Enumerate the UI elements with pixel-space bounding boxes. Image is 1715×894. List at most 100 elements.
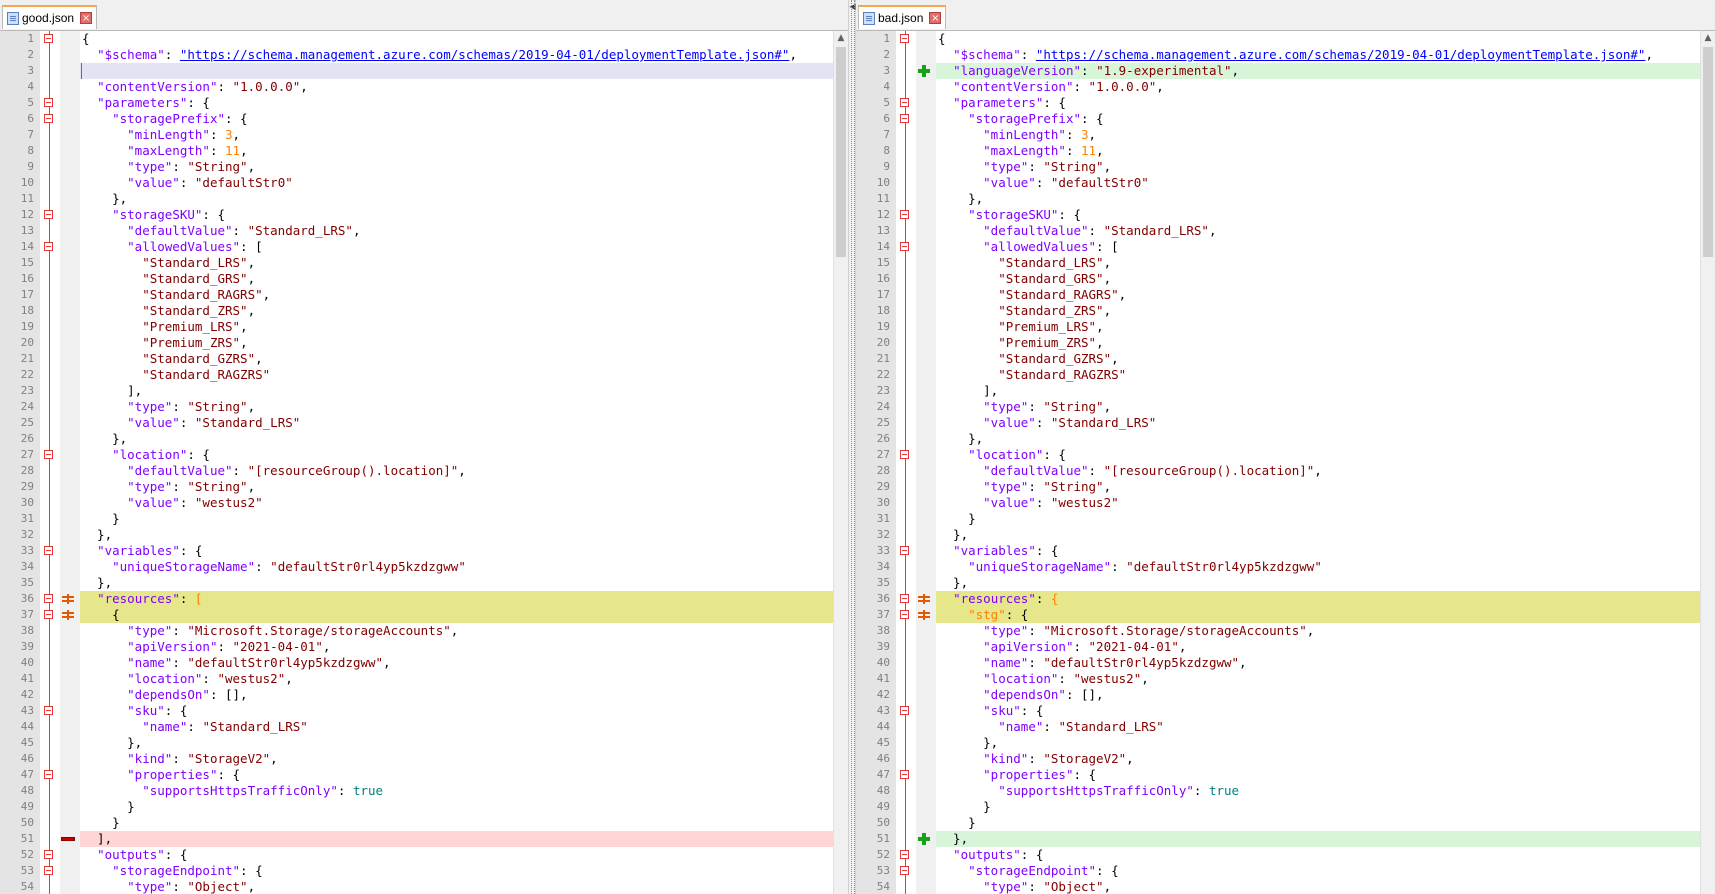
code-line[interactable]: 29 "type": "String",	[0, 479, 848, 495]
fold-toggle-icon[interactable]	[44, 850, 53, 859]
code-line[interactable]: 19 "Premium_LRS",	[0, 319, 848, 335]
right-code-editor[interactable]: 1{2 "$schema": "https://schema.managemen…	[856, 31, 1715, 894]
code-line[interactable]: 18 "Standard_ZRS",	[856, 303, 1715, 319]
fold-toggle-icon[interactable]	[44, 866, 53, 875]
code-line[interactable]: 30 "value": "westus2"	[856, 495, 1715, 511]
code-line[interactable]: 25 "value": "Standard_LRS"	[856, 415, 1715, 431]
code-line[interactable]: 1{	[856, 31, 1715, 47]
code-line[interactable]: 12 "storageSKU": {	[0, 207, 848, 223]
code-line[interactable]: 17 "Standard_RAGRS",	[0, 287, 848, 303]
code-line[interactable]: 32 },	[856, 527, 1715, 543]
code-line[interactable]: 15 "Standard_LRS",	[0, 255, 848, 271]
code-line[interactable]: 23 ],	[856, 383, 1715, 399]
code-line[interactable]: 37 "stg": {	[856, 607, 1715, 623]
fold-toggle-icon[interactable]	[44, 210, 53, 219]
code-line[interactable]: 34 "uniqueStorageName": "defaultStr0rl4y…	[0, 559, 848, 575]
code-line[interactable]: 2 "$schema": "https://schema.management.…	[856, 47, 1715, 63]
code-line[interactable]: 14 "allowedValues": [	[856, 239, 1715, 255]
code-line[interactable]: 49 }	[0, 799, 848, 815]
code-line[interactable]: 26 },	[0, 431, 848, 447]
code-line[interactable]: 28 "defaultValue": "[resourceGroup().loc…	[856, 463, 1715, 479]
code-line[interactable]: 51 ],	[0, 831, 848, 847]
code-line[interactable]: 40 "name": "defaultStr0rl4yp5kzdzgww",	[856, 655, 1715, 671]
fold-toggle-icon[interactable]	[900, 114, 909, 123]
code-token[interactable]: "https://schema.management.azure.com/sch…	[1036, 47, 1646, 62]
code-line[interactable]: 27 "location": {	[856, 447, 1715, 463]
fold-toggle-icon[interactable]	[900, 450, 909, 459]
code-line[interactable]: 33 "variables": {	[856, 543, 1715, 559]
fold-toggle-icon[interactable]	[900, 850, 909, 859]
code-line[interactable]: 20 "Premium_ZRS",	[856, 335, 1715, 351]
code-line[interactable]: 4 "contentVersion": "1.0.0.0",	[856, 79, 1715, 95]
code-line[interactable]: 24 "type": "String",	[0, 399, 848, 415]
code-line[interactable]: 33 "variables": {	[0, 543, 848, 559]
code-line[interactable]: 17 "Standard_RAGRS",	[856, 287, 1715, 303]
code-line[interactable]: 47 "properties": {	[856, 767, 1715, 783]
code-line[interactable]: 39 "apiVersion": "2021-04-01",	[856, 639, 1715, 655]
left-vertical-scrollbar[interactable]: ▲	[833, 31, 848, 894]
scroll-thumb[interactable]	[836, 47, 846, 257]
fold-toggle-icon[interactable]	[44, 610, 53, 619]
code-line[interactable]: 43 "sku": {	[856, 703, 1715, 719]
fold-toggle-icon[interactable]	[900, 610, 909, 619]
code-line[interactable]: 16 "Standard_GRS",	[856, 271, 1715, 287]
code-line[interactable]: 3 "languageVersion": "1.9-experimental",	[856, 63, 1715, 79]
code-line[interactable]: 35 },	[0, 575, 848, 591]
code-line[interactable]: 15 "Standard_LRS",	[856, 255, 1715, 271]
code-line[interactable]: 28 "defaultValue": "[resourceGroup().loc…	[0, 463, 848, 479]
fold-toggle-icon[interactable]	[900, 706, 909, 715]
code-line[interactable]: 12 "storageSKU": {	[856, 207, 1715, 223]
code-line[interactable]: 23 ],	[0, 383, 848, 399]
code-line[interactable]: 1{	[0, 31, 848, 47]
code-line[interactable]: 40 "name": "defaultStr0rl4yp5kzdzgww",	[0, 655, 848, 671]
fold-toggle-icon[interactable]	[44, 770, 53, 779]
close-tab-icon[interactable]: ×	[80, 12, 93, 24]
fold-toggle-icon[interactable]	[44, 98, 53, 107]
code-line[interactable]: 45 },	[0, 735, 848, 751]
tab-good-json[interactable]: good.json ×	[2, 5, 98, 29]
code-line[interactable]: 31 }	[856, 511, 1715, 527]
code-line[interactable]: 31 }	[0, 511, 848, 527]
code-line[interactable]: 37 {	[0, 607, 848, 623]
scroll-up-arrow-icon[interactable]: ▲	[1701, 31, 1715, 45]
fold-toggle-icon[interactable]	[900, 98, 909, 107]
code-line[interactable]: 25 "value": "Standard_LRS"	[0, 415, 848, 431]
fold-toggle-icon[interactable]	[900, 866, 909, 875]
code-line[interactable]: 48 "supportsHttpsTrafficOnly": true	[0, 783, 848, 799]
code-line[interactable]: 48 "supportsHttpsTrafficOnly": true	[856, 783, 1715, 799]
code-line[interactable]: 53 "storageEndpoint": {	[856, 863, 1715, 879]
code-line[interactable]: 18 "Standard_ZRS",	[0, 303, 848, 319]
code-line[interactable]: 4 "contentVersion": "1.0.0.0",	[0, 79, 848, 95]
code-line[interactable]: 5 "parameters": {	[856, 95, 1715, 111]
code-line[interactable]: 54 "type": "Object",	[856, 879, 1715, 894]
code-line[interactable]: 11 },	[0, 191, 848, 207]
code-line[interactable]: 49 }	[856, 799, 1715, 815]
code-line[interactable]: 20 "Premium_ZRS",	[0, 335, 848, 351]
code-line[interactable]: 5 "parameters": {	[0, 95, 848, 111]
code-line[interactable]: 8 "maxLength": 11,	[0, 143, 848, 159]
code-line[interactable]: 13 "defaultValue": "Standard_LRS",	[856, 223, 1715, 239]
right-vertical-scrollbar[interactable]: ▲	[1700, 31, 1715, 894]
fold-toggle-icon[interactable]	[44, 594, 53, 603]
fold-toggle-icon[interactable]	[44, 706, 53, 715]
code-line[interactable]: 8 "maxLength": 11,	[856, 143, 1715, 159]
code-line[interactable]: 50 }	[0, 815, 848, 831]
code-line[interactable]: 9 "type": "String",	[856, 159, 1715, 175]
code-line[interactable]: 9 "type": "String",	[0, 159, 848, 175]
fold-toggle-icon[interactable]	[44, 450, 53, 459]
left-code-editor[interactable]: 1{2 "$schema": "https://schema.managemen…	[0, 31, 848, 894]
code-line[interactable]: 50 }	[856, 815, 1715, 831]
scroll-up-arrow-icon[interactable]: ▲	[834, 31, 848, 45]
code-line[interactable]: 41 "location": "westus2",	[856, 671, 1715, 687]
code-line[interactable]: 14 "allowedValues": [	[0, 239, 848, 255]
code-line[interactable]: 10 "value": "defaultStr0"	[856, 175, 1715, 191]
fold-toggle-icon[interactable]	[44, 34, 53, 43]
code-line[interactable]: 52 "outputs": {	[0, 847, 848, 863]
code-line[interactable]: 54 "type": "Object",	[0, 879, 848, 894]
code-line[interactable]: 46 "kind": "StorageV2",	[856, 751, 1715, 767]
fold-toggle-icon[interactable]	[900, 770, 909, 779]
code-line[interactable]: 21 "Standard_GZRS",	[0, 351, 848, 367]
fold-toggle-icon[interactable]	[900, 242, 909, 251]
code-line[interactable]: 27 "location": {	[0, 447, 848, 463]
code-line[interactable]: 36 "resources": [	[0, 591, 848, 607]
